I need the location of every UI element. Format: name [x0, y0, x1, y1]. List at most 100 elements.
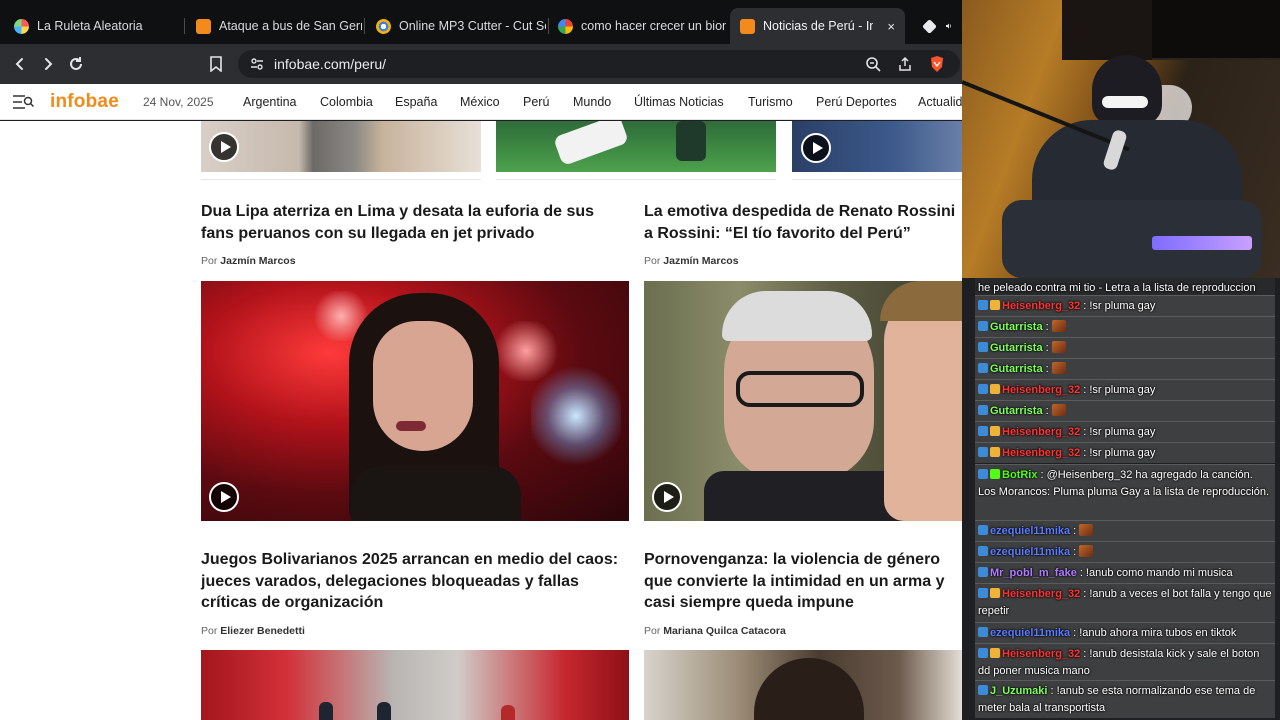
bookmark-button[interactable]	[204, 52, 228, 76]
close-tab-icon[interactable]: ×	[887, 19, 895, 34]
chat-message: Mr_pobl_m_fake: !anub como mando mi musi…	[975, 562, 1275, 583]
chat-emote-icon	[1051, 362, 1066, 374]
nav-peru-deportes[interactable]: Perú Deportes	[816, 95, 897, 109]
article-image-renato-rossini[interactable]	[644, 281, 962, 521]
chat-username[interactable]: Gutarrista	[990, 342, 1043, 354]
chat-username[interactable]: Heisenberg_32	[1002, 588, 1080, 600]
chevron-left-icon	[15, 58, 23, 70]
tab-audio[interactable]	[912, 8, 962, 44]
author-name[interactable]: Eliezer Benedetti	[220, 625, 305, 637]
chat-username[interactable]: ezequiel11mika	[990, 546, 1070, 558]
chat-badge-icon	[990, 300, 1000, 310]
chat-username[interactable]: Heisenberg_32	[1002, 447, 1080, 459]
chat-message: Heisenberg_32: !sr pluma gay	[975, 295, 1275, 316]
chat-message: Gutarrista:	[975, 400, 1275, 421]
reload-icon	[70, 57, 82, 70]
author-name[interactable]: Jazmín Marcos	[663, 255, 738, 267]
chat-emote-icon	[1051, 404, 1066, 416]
article-thumbnail[interactable]	[201, 650, 629, 720]
chat-badge-icon	[990, 469, 1000, 479]
play-video-icon[interactable]	[801, 133, 831, 163]
article-byline: Por Jazmín Marcos	[644, 255, 739, 267]
chat-badge-icon	[978, 300, 988, 310]
chat-username[interactable]: Gutarrista	[990, 321, 1043, 333]
chat-username[interactable]: Mr_pobl_m_fake	[990, 567, 1077, 579]
article-headline[interactable]: Juegos Bolivarianos 2025 arrancan en med…	[201, 549, 633, 614]
forward-button[interactable]	[36, 52, 60, 76]
infobae-logo[interactable]: infobae	[50, 91, 119, 113]
article-byline: Por Mariana Quilca Catacora	[644, 625, 786, 637]
chat-username[interactable]: Heisenberg_32	[1002, 384, 1080, 396]
chat-message: he peleado contra mi tio - Letra a la li…	[975, 278, 1275, 295]
play-video-icon[interactable]	[209, 482, 239, 512]
chat-badge-icon	[978, 588, 988, 598]
chat-badge-icon	[990, 384, 1000, 394]
reload-button[interactable]	[64, 52, 88, 76]
google-favicon-icon	[558, 18, 573, 34]
play-video-icon[interactable]	[652, 482, 682, 512]
chat-badge-icon	[978, 546, 988, 556]
chat-username[interactable]: Heisenberg_32	[1002, 648, 1080, 660]
nav-peru[interactable]: Perú	[523, 95, 549, 109]
tab-title: Online MP3 Cutter - Cut Sc	[399, 19, 546, 33]
nav-argentina[interactable]: Argentina	[243, 95, 297, 109]
chat-badge-icon	[978, 525, 988, 535]
chat-message: Heisenberg_32: !sr pluma gay	[975, 442, 1275, 463]
chat-badge-icon	[990, 447, 1000, 457]
chat-text: : !sr pluma gay	[1083, 447, 1156, 459]
chat-message: Gutarrista:	[975, 316, 1275, 337]
nav-turismo[interactable]: Turismo	[748, 95, 793, 109]
article-thumbnail[interactable]	[496, 121, 776, 172]
chat-username[interactable]: ezequiel11mika	[990, 627, 1070, 639]
nav-ultimas-noticias[interactable]: Últimas Noticias	[634, 95, 724, 109]
chat-text: : !anub ahora mira tubos en tiktok	[1073, 627, 1237, 639]
chat-badge-icon	[978, 405, 988, 415]
tab-ruleta[interactable]: La Ruleta Aleatoria	[4, 8, 182, 44]
author-name[interactable]: Jazmín Marcos	[220, 255, 295, 267]
brave-shield-icon[interactable]	[928, 55, 946, 73]
author-name[interactable]: Mariana Quilca Catacora	[663, 625, 786, 637]
speaker-icon	[946, 23, 951, 29]
nav-mexico[interactable]: México	[460, 95, 500, 109]
url-text: infobae.com/peru/	[274, 56, 387, 72]
tab-google-search[interactable]: como hacer crecer un bion	[548, 8, 726, 44]
nav-actualidad[interactable]: Actualid	[918, 95, 962, 109]
chat-username[interactable]: Gutarrista	[990, 363, 1043, 375]
menu-button[interactable]	[12, 94, 35, 115]
chat-username[interactable]: Heisenberg_32	[1002, 300, 1080, 312]
address-bar[interactable]: infobae.com/peru/	[238, 50, 960, 78]
site-settings-icon[interactable]	[248, 55, 266, 73]
chevron-right-icon	[45, 58, 53, 70]
nav-colombia[interactable]: Colombia	[320, 95, 373, 109]
chat-message: Gutarrista:	[975, 358, 1275, 379]
tab-mp3-cutter[interactable]: Online MP3 Cutter - Cut Sc	[366, 8, 546, 44]
wheel-favicon-icon	[14, 18, 29, 34]
article-thumbnail[interactable]	[644, 650, 962, 720]
chat-text: : !anub como mando mi musica	[1079, 567, 1233, 579]
zoom-icon[interactable]	[864, 55, 882, 73]
chat-badge-icon	[978, 469, 988, 479]
tab-noticias-peru[interactable]: Noticias de Perú - Info ×	[730, 8, 905, 44]
article-thumbnail[interactable]	[201, 121, 481, 172]
article-headline[interactable]: La emotiva despedida de Renato Rossini a…	[644, 201, 962, 244]
nav-espana[interactable]: España	[395, 95, 437, 109]
chat-emote-icon	[1079, 524, 1094, 536]
chat-username[interactable]: Gutarrista	[990, 405, 1043, 417]
chat-username[interactable]: J_Uzumaki	[990, 685, 1047, 697]
tab-ataque-bus[interactable]: Ataque a bus de San Germ	[186, 8, 362, 44]
back-button[interactable]	[8, 52, 32, 76]
article-headline[interactable]: Dua Lipa aterriza en Lima y desata la eu…	[201, 201, 631, 244]
nav-mundo[interactable]: Mundo	[573, 95, 611, 109]
bookmark-icon	[210, 56, 222, 72]
article-headline[interactable]: Pornovenganza: la violencia de género qu…	[644, 549, 962, 614]
article-thumbnail[interactable]	[792, 121, 962, 172]
chat-username[interactable]: ezequiel11mika	[990, 525, 1070, 537]
article-image-dua-lipa[interactable]	[201, 281, 629, 521]
chat-text: :	[1073, 546, 1077, 558]
chat-username[interactable]: Heisenberg_32	[1002, 426, 1080, 438]
share-icon[interactable]	[896, 55, 914, 73]
chat-username[interactable]: BotRix	[1002, 469, 1037, 481]
chat-message: Gutarrista:	[975, 337, 1275, 358]
chat-message: ezequiel11mika:	[975, 541, 1275, 562]
play-video-icon[interactable]	[209, 132, 239, 162]
